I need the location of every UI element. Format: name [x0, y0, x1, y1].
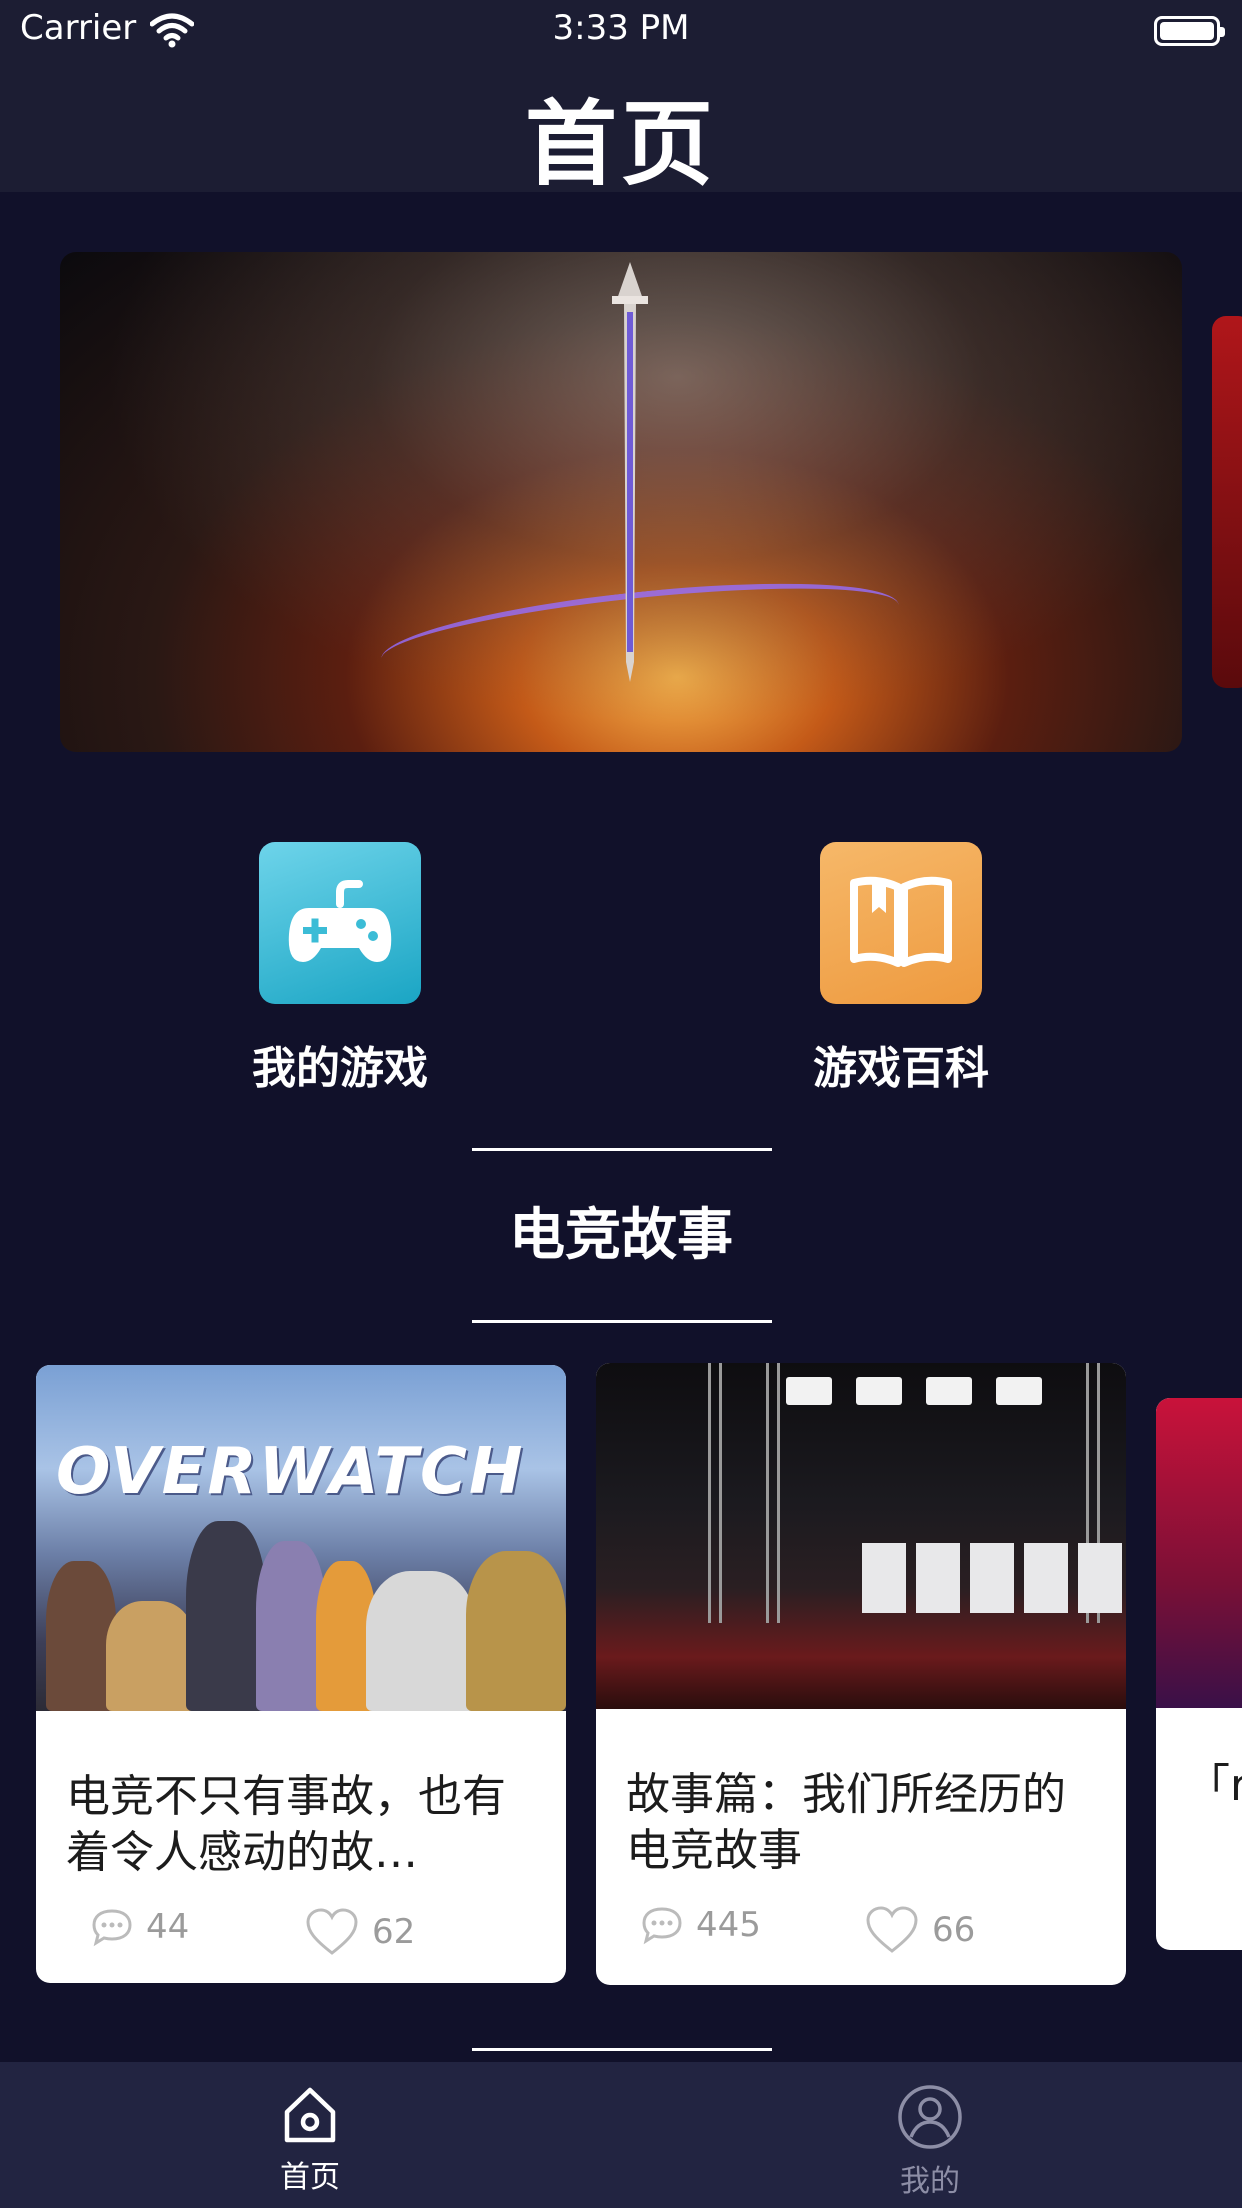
profile-icon	[898, 2085, 962, 2149]
story-card-image: OVERWATCH	[36, 1365, 566, 1711]
stage-panel	[1078, 1543, 1122, 1613]
page-title: 首页	[524, 91, 717, 198]
game-wiki-label: 游戏百科	[813, 1043, 989, 1094]
tab-mine-label: 我的	[900, 2164, 960, 2199]
character-figure	[466, 1551, 566, 1711]
tab-bar: 首页 我的	[0, 2062, 1242, 2208]
sword-art	[612, 262, 648, 682]
like-count[interactable]: 62	[304, 1907, 415, 1957]
story-card[interactable]: 故事篇：我们所经历的电竞故事 445 66	[596, 1363, 1126, 1985]
my-games-entry[interactable]: 我的游戏	[190, 842, 490, 1096]
story-card-stats: 445 66	[596, 1887, 1126, 1981]
my-games-label: 我的游戏	[252, 1043, 428, 1094]
stage-light	[926, 1377, 972, 1405]
stage-light	[996, 1377, 1042, 1405]
comment-icon	[92, 1909, 132, 1947]
comment-count[interactable]: 44	[90, 1907, 189, 1947]
gamepad-icon	[288, 880, 392, 962]
stage-light	[856, 1377, 902, 1405]
banner-slide[interactable]	[60, 252, 1182, 752]
stage-truss	[766, 1363, 780, 1623]
story-card-image	[1156, 1398, 1242, 1708]
stage-panel	[916, 1543, 960, 1613]
section-title: 电竞故事	[509, 1203, 733, 1268]
comment-count-value: 445	[696, 1905, 761, 1945]
character-figure	[106, 1601, 196, 1711]
clock: 3:33 PM	[552, 8, 690, 48]
heart-icon	[306, 1908, 358, 1955]
overwatch-logo: OVERWATCH	[56, 1435, 525, 1509]
stage-light	[786, 1377, 832, 1405]
stage-panel	[862, 1543, 906, 1613]
comment-icon	[642, 1907, 682, 1945]
tab-home-label: 首页	[280, 2160, 340, 2195]
comment-count[interactable]: 445	[640, 1905, 761, 1945]
tab-mine[interactable]: 我的	[780, 2062, 1080, 2208]
section-divider-top	[472, 1148, 772, 1151]
like-count[interactable]: 66	[864, 1905, 975, 1955]
character-figure	[366, 1571, 476, 1711]
navigation-bar: 首页	[0, 62, 1242, 198]
game-wiki-entry[interactable]: 游戏百科	[751, 842, 1051, 1096]
story-card[interactable]: OVERWATCH 电竞不只有事故，也有着令人感动的故… 44 62	[36, 1365, 566, 1983]
book-icon	[850, 876, 952, 967]
my-games-tile[interactable]	[259, 842, 421, 1004]
story-card-title: 故事篇：我们所经历的电竞故事	[626, 1769, 1066, 1876]
banner-next-slide[interactable]	[1212, 316, 1242, 688]
stage-panel	[1024, 1543, 1068, 1613]
game-wiki-tile[interactable]	[820, 842, 982, 1004]
like-count-value: 66	[932, 1910, 976, 1950]
stage-panel	[970, 1543, 1014, 1613]
story-card[interactable]: 「r 解-	[1156, 1398, 1242, 1950]
home-icon	[284, 2087, 336, 2143]
status-bar: Carrier 3:33 PM	[0, 0, 1242, 62]
like-count-value: 62	[372, 1912, 416, 1952]
comment-count-value: 44	[146, 1907, 190, 1947]
character-figure	[186, 1521, 266, 1711]
story-card-title: 「r 解-	[1186, 1760, 1242, 1811]
story-card-title: 电竞不只有事故，也有着令人感动的故…	[66, 1771, 506, 1878]
heart-icon	[866, 1906, 918, 1953]
section-divider-bottom	[472, 1320, 772, 1323]
stage-truss	[708, 1363, 722, 1623]
section-divider-next	[472, 2048, 772, 2051]
battery-icon	[1154, 16, 1225, 46]
story-card-stats: 44 62	[36, 1889, 566, 1983]
tab-home[interactable]: 首页	[160, 2062, 460, 2208]
story-card-image	[596, 1363, 1126, 1709]
